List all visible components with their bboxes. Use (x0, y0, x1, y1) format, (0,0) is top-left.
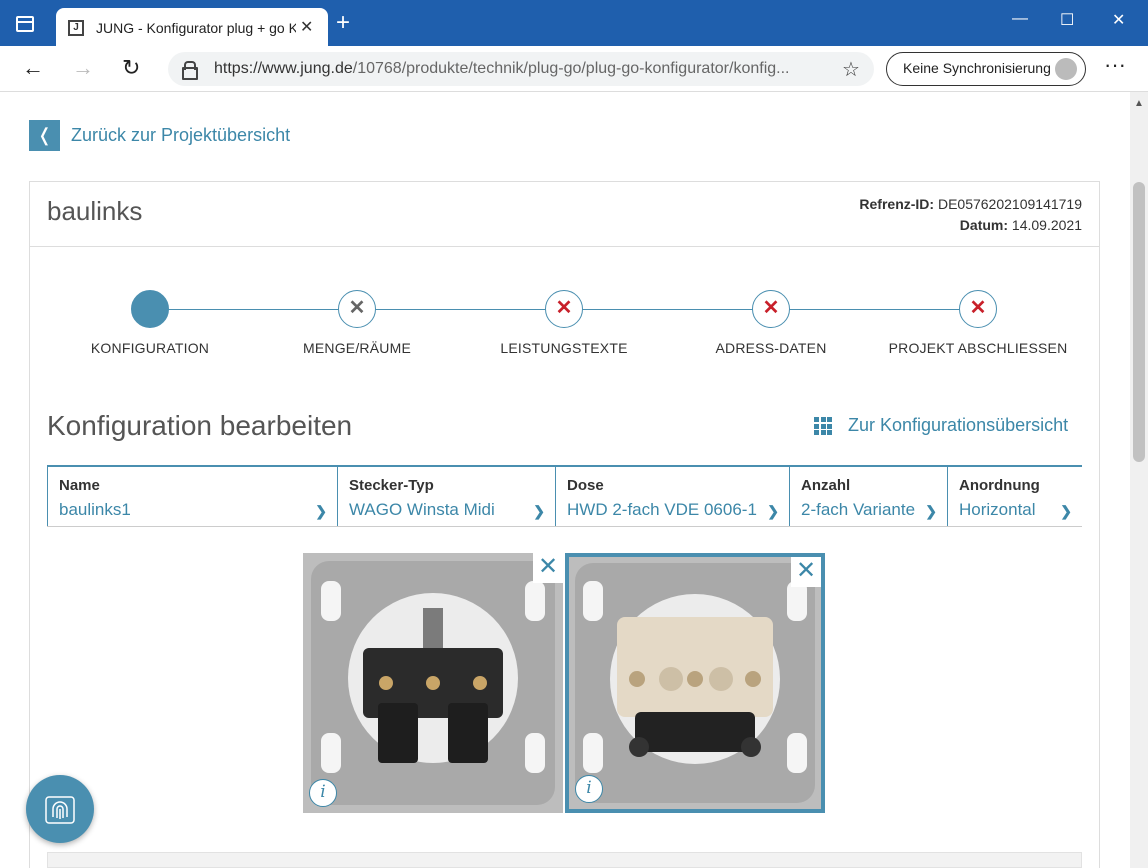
product-socket-black[interactable]: ✕ i (303, 553, 563, 813)
browser-tab[interactable]: J JUNG - Konfigurator plug + go K ✕ (56, 8, 328, 46)
tab-title: JUNG - Konfigurator plug + go K (96, 20, 296, 36)
col-header: Name (59, 477, 100, 494)
chevron-right-icon: ❯ (767, 503, 779, 519)
socket-white-image (569, 557, 821, 809)
step-label: LEISTUNGSTEXTE (500, 340, 628, 356)
ref-id-label: Refrenz-ID: (859, 196, 935, 212)
step-error-icon: ✕ (752, 290, 790, 328)
product-info-icon[interactable]: i (575, 775, 603, 803)
config-col-dose[interactable]: Dose HWD 2-fach VDE 0606-1 ❯ (555, 467, 789, 526)
section-title: Konfiguration bearbeiten (47, 410, 353, 441)
step-leistungstexte[interactable]: ✕ LEISTUNGSTEXTE (464, 290, 664, 356)
forward-button[interactable]: → (72, 56, 94, 80)
scroll-thumb[interactable] (1133, 182, 1145, 462)
tab-actions-icon[interactable] (16, 16, 34, 32)
config-table: Name baulinks1 ❯ Stecker-Typ WAGO Winsta… (47, 465, 1082, 527)
product-socket-white-selected[interactable]: ✕ i (565, 553, 825, 813)
chevron-right-icon: ❯ (533, 503, 545, 519)
col-header: Anzahl (801, 477, 851, 494)
address-bar[interactable]: https://www.jung.de/10768/produkte/techn… (168, 52, 874, 86)
step-incomplete-icon: ✕ (338, 290, 376, 328)
config-col-anordnung[interactable]: Anordnung Horizontal ❯ (947, 467, 1082, 526)
new-tab-button[interactable]: + (336, 11, 350, 35)
browser-toolbar: ← → ↻ https://www.jung.de/10768/produkte… (0, 46, 1148, 92)
fingerprint-icon (45, 796, 75, 824)
page-content: ❬ Zurück zur Projektübersicht baulinks R… (0, 92, 1130, 868)
step-menge-raeume[interactable]: ✕ MENGE/RÄUME (257, 290, 457, 356)
more-menu-icon[interactable]: ··· (1104, 52, 1126, 78)
step-label: ADRESS-DATEN (715, 340, 827, 356)
date-value: 14.09.2021 (1011, 217, 1082, 233)
col-value: HWD 2-fach VDE 0606-1 (567, 500, 757, 519)
ref-id-value: DE0576202109141719 (937, 196, 1082, 212)
url-text[interactable]: https://www.jung.de/10768/produkte/techn… (214, 60, 824, 78)
fingerprint-privacy-button[interactable] (26, 775, 94, 843)
step-konfiguration[interactable]: KONFIGURATION (50, 290, 250, 356)
socket-black-image (303, 553, 563, 813)
scroll-up-icon[interactable]: ▲ (1134, 98, 1144, 109)
step-error-icon: ✕ (959, 290, 997, 328)
chevron-right-icon: ❯ (1060, 503, 1072, 519)
minimize-button[interactable]: — (1012, 10, 1028, 28)
maximize-button[interactable]: ☐ (1060, 10, 1074, 30)
col-header: Anordnung (959, 477, 1040, 494)
back-button[interactable]: ← (22, 56, 44, 80)
tab-close-icon[interactable]: ✕ (300, 17, 313, 37)
step-active-dot (131, 290, 169, 328)
product-info-icon[interactable]: i (309, 779, 337, 807)
page-scrollbar[interactable]: ▲ (1130, 92, 1148, 868)
step-label: KONFIGURATION (90, 340, 210, 356)
date-label: Datum: (959, 217, 1009, 233)
config-col-anzahl[interactable]: Anzahl 2-fach Variante ❯ (789, 467, 947, 526)
sync-label: Keine Synchronisierung (903, 60, 1051, 76)
col-value: baulinks1 (59, 500, 131, 519)
reload-button[interactable]: ↻ (122, 56, 140, 80)
col-header: Stecker-Typ (349, 477, 434, 494)
sync-button[interactable]: Keine Synchronisierung (886, 52, 1086, 86)
add-favorite-icon[interactable]: ☆ (842, 57, 860, 82)
config-col-stecker-typ[interactable]: Stecker-Typ WAGO Winsta Midi ❯ (337, 467, 555, 526)
browser-titlebar: J JUNG - Konfigurator plug + go K ✕ + — … (0, 0, 1148, 46)
url-path: /10768/produkte/technik/plug-go/plug-go-… (352, 60, 790, 77)
config-col-name[interactable]: Name baulinks1 ❯ (47, 467, 337, 526)
chevron-right-icon: ❯ (925, 503, 937, 519)
step-adress-daten[interactable]: ✕ ADRESS-DATEN (671, 290, 871, 356)
step-label: PROJEKT ABSCHLIESSEN (888, 340, 1068, 356)
remove-product-icon[interactable]: ✕ (533, 553, 563, 583)
step-error-icon: ✕ (545, 290, 583, 328)
project-header: baulinks Refrenz-ID: DE0576202109141719 … (30, 182, 1099, 247)
grid-icon[interactable] (814, 417, 832, 435)
step-label: MENGE/RÄUME (303, 340, 411, 356)
avatar-icon (1055, 58, 1077, 80)
back-chevron-icon[interactable]: ❬ (29, 120, 60, 151)
jung-favicon-icon: J (68, 20, 84, 36)
back-to-projects-link[interactable]: Zurück zur Projektübersicht (71, 125, 290, 146)
col-value: WAGO Winsta Midi (349, 500, 495, 519)
remove-product-icon[interactable]: ✕ (791, 557, 821, 587)
url-host: https://www.jung.de (214, 60, 353, 77)
chevron-right-icon: ❯ (315, 503, 327, 519)
col-header: Dose (567, 477, 604, 494)
step-projekt-abschliessen[interactable]: ✕ PROJEKT ABSCHLIESSEN (878, 290, 1078, 356)
project-meta: Refrenz-ID: DE0576202109141719 Datum: 14… (859, 194, 1082, 236)
close-window-button[interactable]: ✕ (1112, 10, 1125, 30)
next-section-strip (47, 852, 1082, 868)
config-overview-link[interactable]: Zur Konfigurationsübersicht (848, 415, 1068, 436)
project-name: baulinks (47, 196, 143, 226)
lock-icon[interactable] (182, 61, 198, 80)
